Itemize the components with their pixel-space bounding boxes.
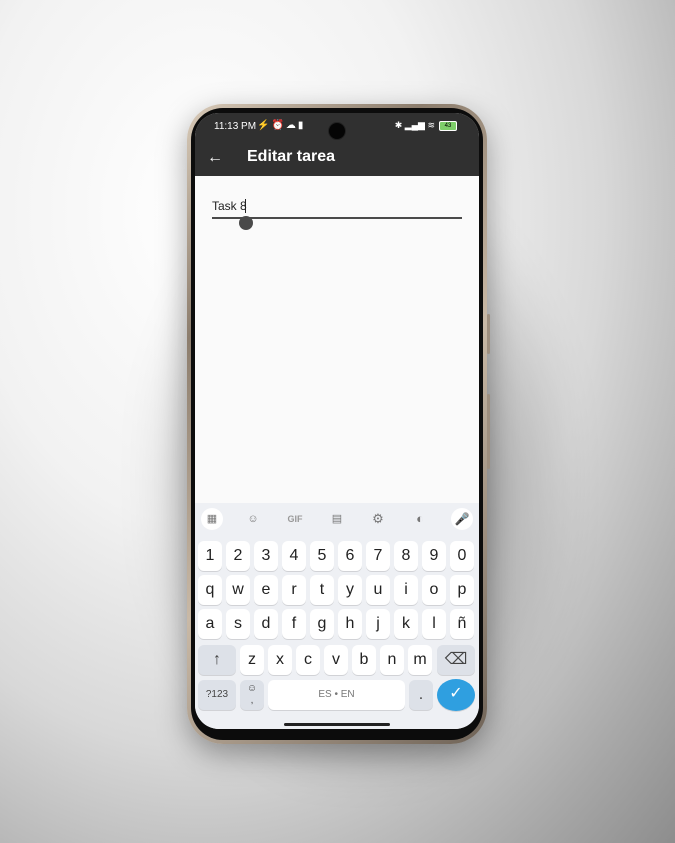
key-o[interactable]: o [422, 575, 446, 605]
back-arrow-icon[interactable]: ← [205, 148, 225, 168]
key-5[interactable]: 5 [310, 541, 334, 571]
key-w[interactable]: w [226, 575, 250, 605]
key-y[interactable]: y [338, 575, 362, 605]
key-q[interactable]: q [198, 575, 222, 605]
status-time: 11:13 PM [214, 121, 257, 132]
key-g[interactable]: g [310, 609, 334, 639]
key-h[interactable]: h [338, 609, 362, 639]
power-button [487, 394, 490, 469]
task-name-value: Task 8 [212, 199, 247, 213]
key-a[interactable]: a [198, 609, 222, 639]
signal-wifi-icons: ✱ ▂▄▆ ≋ [394, 120, 435, 130]
soft-keyboard: ▦ ☺ GIF ▤ ⚙ ◐ 🎤 1 2 3 4 5 6 7 8 9 0 q w … [195, 503, 479, 729]
enter-check-icon[interactable]: ✓ [437, 679, 475, 711]
key-d[interactable]: d [254, 609, 278, 639]
status-notification-icons: ⚡⏰☁▮ [257, 120, 306, 131]
key-m[interactable]: m [408, 645, 432, 675]
settings-gear-icon[interactable]: ⚙ [369, 511, 387, 527]
key-t[interactable]: t [310, 575, 334, 605]
key-8[interactable]: 8 [394, 541, 418, 571]
clipboard-icon[interactable]: ▤ [328, 511, 346, 527]
period-key[interactable]: . [409, 680, 433, 710]
shift-key-icon[interactable]: ↑ [198, 645, 236, 675]
app-bar: ← Editar tarea [195, 141, 479, 176]
backspace-key-icon[interactable]: ⌫ [437, 645, 475, 675]
keyboard-toolbar: ▦ ☺ GIF ▤ ⚙ ◐ 🎤 [195, 503, 479, 535]
key-z[interactable]: z [240, 645, 264, 675]
apps-grid-icon[interactable]: ▦ [201, 508, 223, 530]
key-r[interactable]: r [282, 575, 306, 605]
key-j[interactable]: j [366, 609, 390, 639]
key-f[interactable]: f [282, 609, 306, 639]
key-p[interactable]: p [450, 575, 474, 605]
text-cursor [245, 199, 246, 213]
palette-icon[interactable]: ◐ [411, 511, 429, 527]
key-2[interactable]: 2 [226, 541, 250, 571]
key-1[interactable]: 1 [198, 541, 222, 571]
key-k[interactable]: k [394, 609, 418, 639]
microphone-icon[interactable]: 🎤 [451, 508, 473, 530]
key-3[interactable]: 3 [254, 541, 278, 571]
key-u[interactable]: u [366, 575, 390, 605]
key-x[interactable]: x [268, 645, 292, 675]
key-9[interactable]: 9 [422, 541, 446, 571]
space-bar[interactable]: ES • EN [268, 680, 405, 710]
symbols-key[interactable]: ?123 [198, 680, 236, 710]
key-i[interactable]: i [394, 575, 418, 605]
status-system-icons: ✱ ▂▄▆ ≋ 43 [395, 120, 457, 131]
key-n[interactable]: n [380, 645, 404, 675]
key-e[interactable]: e [254, 575, 278, 605]
key-7[interactable]: 7 [366, 541, 390, 571]
key-6[interactable]: 6 [338, 541, 362, 571]
sticker-icon[interactable]: ☺ [244, 511, 262, 527]
emoji-comma-key[interactable]: ☺ , [240, 680, 264, 710]
key-4[interactable]: 4 [282, 541, 306, 571]
key-c[interactable]: c [296, 645, 320, 675]
cursor-drag-handle[interactable] [239, 216, 253, 230]
volume-button [487, 314, 490, 354]
key-0[interactable]: 0 [450, 541, 474, 571]
battery-icon: 43 [439, 120, 457, 131]
page-title: Editar tarea [247, 148, 336, 165]
key-s[interactable]: s [226, 609, 250, 639]
status-bar: 11:13 PM ⚡⏰☁▮ ✱ ▂▄▆ ≋ 43 [195, 113, 479, 141]
gif-button[interactable]: GIF [284, 511, 306, 527]
phone-screen: 11:13 PM ⚡⏰☁▮ ✱ ▂▄▆ ≋ 43 ← Editar tarea … [195, 113, 479, 729]
key-l[interactable]: l [422, 609, 446, 639]
key-b[interactable]: b [352, 645, 376, 675]
front-camera-icon [328, 122, 346, 140]
key-n-tilde[interactable]: ñ [450, 609, 474, 639]
key-v[interactable]: v [324, 645, 348, 675]
gesture-navigation-bar[interactable] [284, 723, 390, 726]
